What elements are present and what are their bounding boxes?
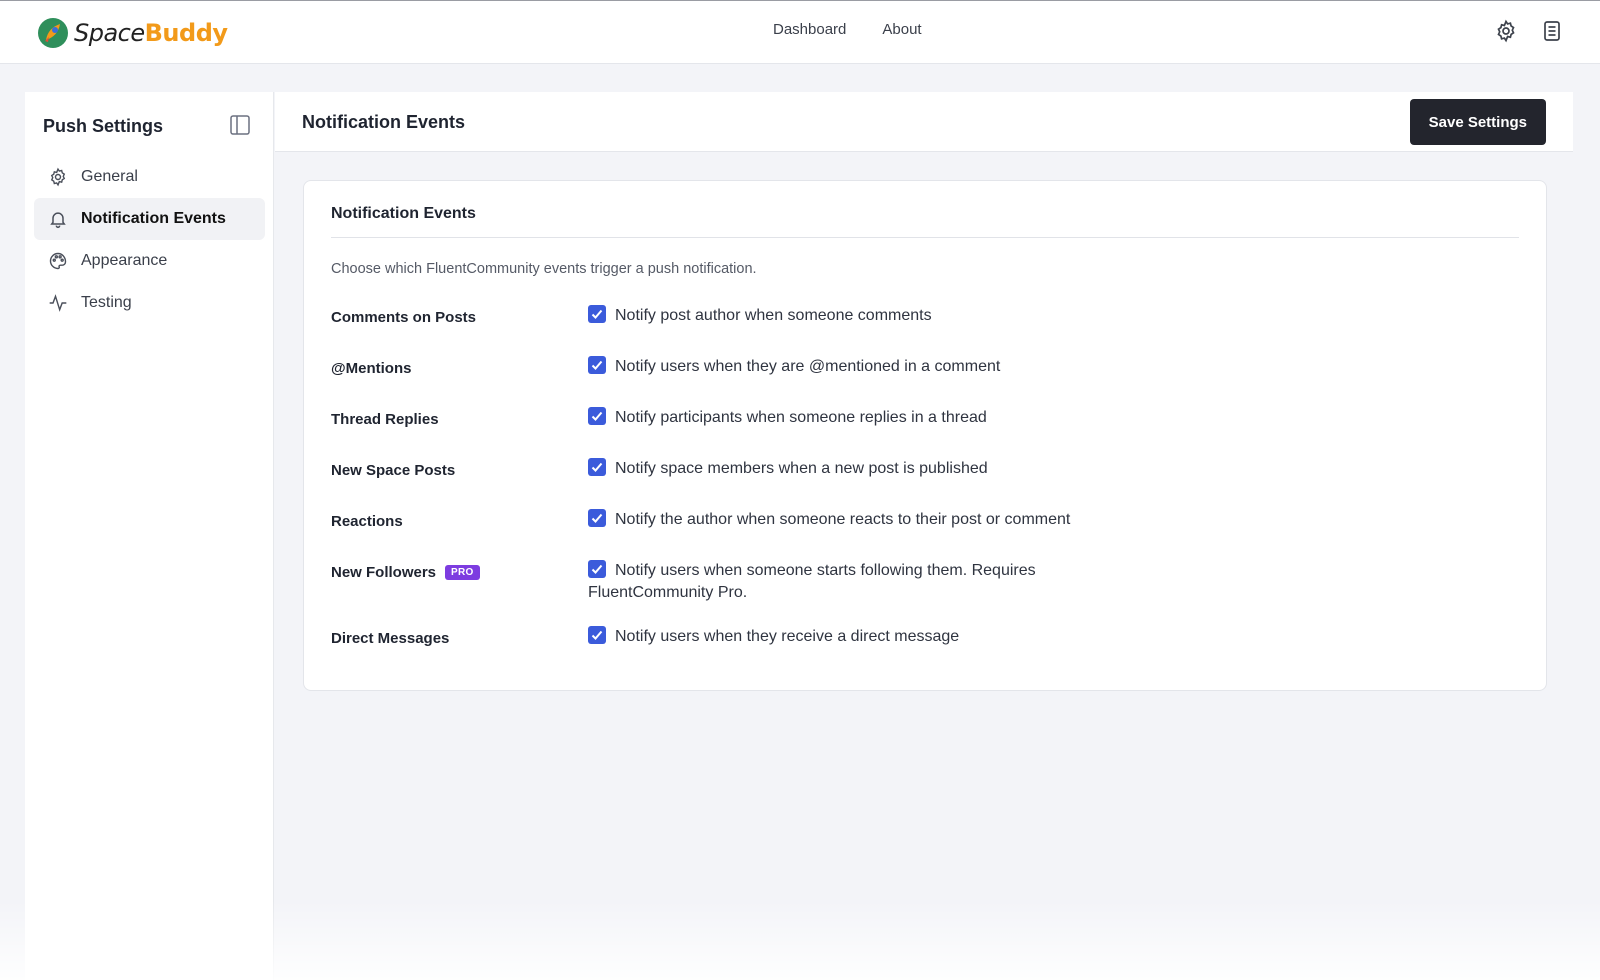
event-label: Reactions xyxy=(331,513,403,530)
events-list: Comments on Posts Notify post author whe… xyxy=(331,305,1511,677)
content-header: Notification Events Save Settings xyxy=(275,92,1573,152)
sidebar-item-general[interactable]: General xyxy=(34,156,265,198)
event-description: Notify space members when a new post is … xyxy=(615,460,988,477)
gear-icon[interactable] xyxy=(1494,19,1518,43)
direct-messages-checkbox[interactable] xyxy=(588,626,606,644)
divider xyxy=(331,237,1519,238)
gear-icon xyxy=(50,167,66,187)
brand-name-part2: Buddy xyxy=(144,19,228,47)
checkmark-icon xyxy=(591,309,603,319)
settings-sidebar: Push Settings General Notification Event… xyxy=(25,92,274,980)
event-row-thread-replies: Thread Replies Notify participants when … xyxy=(331,407,1511,458)
event-description: Notify users when they are @mentioned in… xyxy=(615,358,1001,375)
page-title: Notification Events xyxy=(302,112,466,132)
event-label: New Followers xyxy=(331,564,437,581)
event-label: New Space Posts xyxy=(331,462,456,479)
event-row-reactions: Reactions Notify the author when someone… xyxy=(331,509,1511,560)
checkmark-icon xyxy=(591,360,603,370)
card-description: Choose which FluentCommunity events trig… xyxy=(331,261,757,277)
save-settings-button[interactable]: Save Settings xyxy=(1409,99,1546,145)
checkmark-icon xyxy=(591,564,603,574)
activity-icon xyxy=(49,294,67,312)
sidebar-item-label: General xyxy=(81,168,138,185)
sidebar-title: Push Settings xyxy=(43,116,164,136)
card-title: Notification Events xyxy=(331,205,476,222)
sidebar-item-label: Notification Events xyxy=(81,210,226,227)
top-bar: SpaceBuddy Dashboard About xyxy=(0,0,1600,64)
nav-dashboard-link[interactable]: Dashboard xyxy=(773,21,846,38)
bell-icon xyxy=(50,212,66,229)
checkmark-icon xyxy=(591,630,603,640)
notification-events-card: Notification Events Choose which FluentC… xyxy=(303,180,1547,691)
thread-replies-checkbox[interactable] xyxy=(588,407,606,425)
event-description: Notify users when they receive a direct … xyxy=(615,628,960,645)
sidebar-item-label: Testing xyxy=(81,294,132,311)
event-label: @Mentions xyxy=(331,360,412,377)
reactions-checkbox[interactable] xyxy=(588,509,606,527)
event-row-comments: Comments on Posts Notify post author whe… xyxy=(331,305,1511,356)
nav-about-link[interactable]: About xyxy=(882,21,921,38)
checkmark-icon xyxy=(591,513,603,523)
logo[interactable]: SpaceBuddy xyxy=(36,15,228,51)
event-description: Notify post author when someone comments xyxy=(615,307,932,324)
rocket-logo-icon xyxy=(38,18,68,48)
event-label: Comments on Posts xyxy=(331,309,477,326)
checkmark-icon xyxy=(591,411,603,421)
event-row-followers: New Followers PRO Notify users when some… xyxy=(331,560,1511,626)
document-icon[interactable] xyxy=(1540,19,1564,43)
sidebar-nav: General Notification Events Appearance T… xyxy=(34,156,265,324)
event-description: Notify the author when someone reacts to… xyxy=(615,511,1071,528)
event-description: Notify participants when someone replies… xyxy=(615,409,987,426)
pro-badge: PRO xyxy=(445,565,480,580)
followers-checkbox[interactable] xyxy=(588,560,606,578)
event-label: Thread Replies xyxy=(331,411,439,428)
sidebar-collapse-icon[interactable] xyxy=(229,114,251,136)
mentions-checkbox[interactable] xyxy=(588,356,606,374)
event-row-space-posts: New Space Posts Notify space members whe… xyxy=(331,458,1511,509)
event-label: Direct Messages xyxy=(331,630,450,647)
sidebar-item-notification-events[interactable]: Notification Events xyxy=(34,198,265,240)
brand-name-part1: Space xyxy=(74,19,145,47)
space-posts-checkbox[interactable] xyxy=(588,458,606,476)
top-nav: Dashboard About xyxy=(773,21,922,38)
comments-checkbox[interactable] xyxy=(588,305,606,323)
sidebar-item-appearance[interactable]: Appearance xyxy=(34,240,265,282)
event-row-direct-messages: Direct Messages Notify users when they r… xyxy=(331,626,1511,677)
event-description: Notify users when someone starts followi… xyxy=(588,562,1036,601)
palette-icon xyxy=(49,252,67,270)
checkmark-icon xyxy=(591,462,603,472)
event-row-mentions: @Mentions Notify users when they are @me… xyxy=(331,356,1511,407)
sidebar-item-label: Appearance xyxy=(81,252,168,269)
sidebar-item-testing[interactable]: Testing xyxy=(34,282,265,324)
